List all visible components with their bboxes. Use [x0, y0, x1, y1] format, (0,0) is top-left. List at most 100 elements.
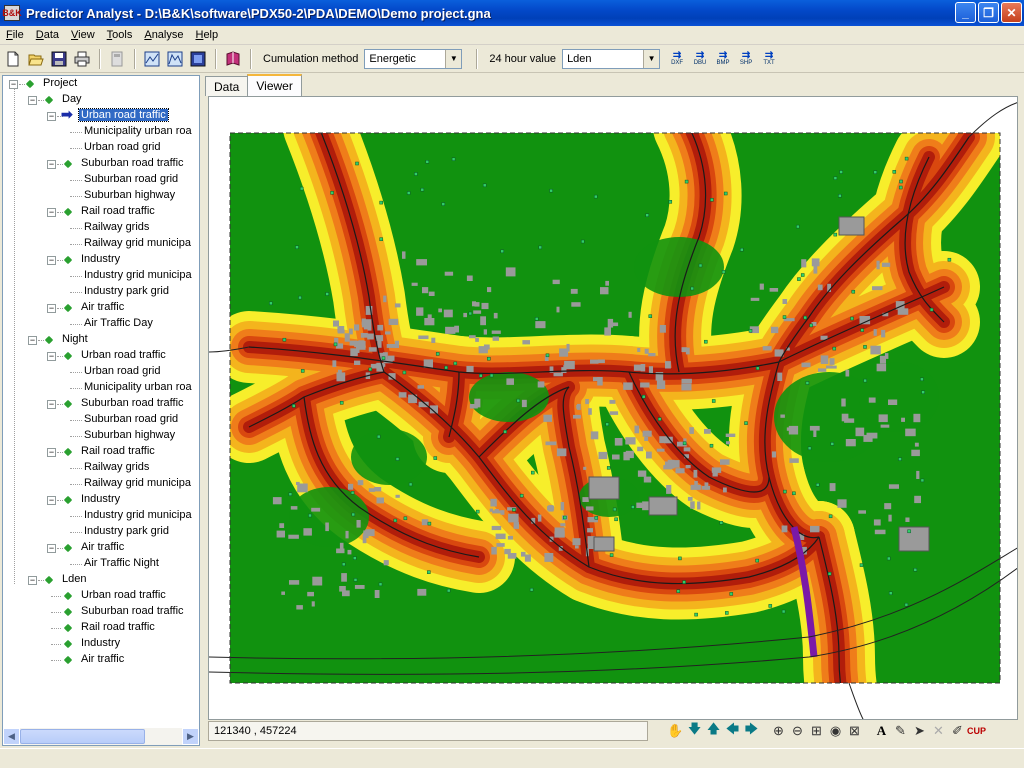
tree-node[interactable]: − Suburban road traffic — [3, 156, 199, 172]
pen-tool-icon[interactable]: ✎ — [891, 721, 910, 741]
tree-node[interactable]: Suburban highway — [3, 428, 199, 444]
tree-node-label[interactable]: Air traffic — [79, 541, 126, 553]
tree-node-label[interactable]: Rail road traffic — [79, 621, 157, 633]
tree-node-label[interactable]: Industry grid municipa — [82, 269, 194, 281]
scroll-right-icon[interactable]: ▶ — [182, 728, 199, 745]
pan-right-icon[interactable]: 🡆 — [742, 721, 761, 741]
tree-node-label[interactable]: Lden — [60, 573, 88, 585]
zoom-box-icon[interactable]: ⊞ — [807, 721, 826, 741]
export-dbu-button[interactable]: ⇉ DBU — [689, 48, 711, 70]
collapse-icon[interactable]: − — [28, 96, 37, 105]
tree-node[interactable]: Urban road traffic — [3, 588, 199, 604]
minimize-button[interactable]: _ — [955, 2, 976, 23]
zoom-extent-icon[interactable]: ◉ — [826, 721, 845, 741]
tree-node-label[interactable]: Industry — [79, 253, 122, 265]
tree-node[interactable]: Industry park grid — [3, 524, 199, 540]
tree-node-label[interactable]: Suburban highway — [82, 189, 177, 201]
tree-node-label[interactable]: Suburban road traffic — [79, 605, 186, 617]
export-dxf-button[interactable]: ⇉ DXF — [666, 48, 688, 70]
export-txt-button[interactable]: ⇉ TXT — [758, 48, 780, 70]
collapse-icon[interactable]: − — [47, 160, 56, 169]
tree-node[interactable]: − Project — [3, 76, 199, 92]
export-bmp-button[interactable]: ⇉ BMP — [712, 48, 734, 70]
menu-view[interactable]: View — [65, 29, 101, 41]
menu-file[interactable]: File — [0, 29, 30, 41]
tree-node[interactable]: − Rail road traffic — [3, 444, 199, 460]
tree-node[interactable]: − Industry — [3, 252, 199, 268]
tree-node[interactable]: Suburban road traffic — [3, 604, 199, 620]
menu-tools[interactable]: Tools — [101, 29, 139, 41]
tree-node-label[interactable]: Industry grid municipa — [82, 509, 194, 521]
delete-icon[interactable]: ✕ — [929, 721, 948, 741]
noise-map[interactable] — [209, 97, 1018, 720]
tree-node[interactable]: − Industry — [3, 492, 199, 508]
tree-node[interactable]: Rail road traffic — [3, 620, 199, 636]
tree-node[interactable]: Municipality urban roa — [3, 380, 199, 396]
map-view-1-button[interactable] — [141, 48, 163, 70]
collapse-icon[interactable]: − — [47, 544, 56, 553]
tree-node-label[interactable]: Urban road traffic — [79, 589, 168, 601]
tree-node[interactable]: Air traffic — [3, 652, 199, 668]
collapse-icon[interactable]: − — [47, 304, 56, 313]
tree-node[interactable]: − Rail road traffic — [3, 204, 199, 220]
collapse-icon[interactable]: − — [47, 496, 56, 505]
tree-node-label[interactable]: Industry — [79, 637, 122, 649]
book-button[interactable] — [222, 48, 244, 70]
menu-help[interactable]: Help — [189, 29, 224, 41]
tree-node[interactable]: − Night — [3, 332, 199, 348]
tree-node[interactable]: − Air traffic — [3, 540, 199, 556]
maximize-button[interactable]: ❐ — [978, 2, 999, 23]
tree-node[interactable]: Railway grid municipa — [3, 236, 199, 252]
tree-node-label[interactable]: Project — [41, 77, 79, 89]
tree-node[interactable]: Industry park grid — [3, 284, 199, 300]
tree-node-label[interactable]: Day — [60, 93, 84, 105]
chevron-down-icon[interactable]: ▼ — [445, 49, 462, 68]
tree-node-label[interactable]: Urban road grid — [82, 365, 162, 377]
close-button[interactable]: ✕ — [1001, 2, 1022, 23]
tree-node-label[interactable]: Railway grids — [82, 221, 151, 233]
tree-node[interactable]: Urban road grid — [3, 140, 199, 156]
tree-node-label[interactable]: Suburban road traffic — [79, 157, 186, 169]
tree-node-label[interactable]: Municipality urban roa — [82, 125, 194, 137]
map-viewer[interactable] — [208, 96, 1018, 720]
draw-tool-icon[interactable]: ✐ — [948, 721, 967, 741]
tree-node-label[interactable]: Municipality urban roa — [82, 381, 194, 393]
tree-node[interactable]: Railway grids — [3, 220, 199, 236]
hour-value-select[interactable]: Lden ▼ — [562, 48, 661, 69]
tree-node-label[interactable]: Industry park grid — [82, 525, 171, 537]
cup-icon[interactable]: CUP — [967, 721, 986, 741]
tree-node-label[interactable]: Railway grid municipa — [82, 237, 193, 249]
calculator-button[interactable] — [106, 48, 128, 70]
chevron-down-icon[interactable]: ▼ — [643, 49, 660, 68]
collapse-icon[interactable]: − — [47, 112, 56, 121]
map-view-2-button[interactable] — [164, 48, 186, 70]
zoom-out-icon[interactable]: ⊖ — [788, 721, 807, 741]
collapse-icon[interactable]: − — [47, 208, 56, 217]
collapse-icon[interactable]: − — [47, 400, 56, 409]
tree-node[interactable]: − Suburban road traffic — [3, 396, 199, 412]
tree-node[interactable]: Industry grid municipa — [3, 268, 199, 284]
scroll-track[interactable] — [20, 728, 182, 745]
collapse-icon[interactable]: − — [28, 336, 37, 345]
tree-node[interactable]: Railway grids — [3, 460, 199, 476]
tree-node[interactable]: − Air traffic — [3, 300, 199, 316]
tree-node-label[interactable]: Suburban highway — [82, 429, 177, 441]
collapse-icon[interactable]: − — [47, 256, 56, 265]
pan-down-icon[interactable]: 🡇 — [685, 721, 704, 741]
tree-node[interactable]: Air Traffic Day — [3, 316, 199, 332]
tree-node[interactable]: Urban road grid — [3, 364, 199, 380]
tree-node[interactable]: Railway grid municipa — [3, 476, 199, 492]
tree-node-label[interactable]: Air Traffic Night — [82, 557, 161, 569]
tree-node[interactable]: Suburban road grid — [3, 172, 199, 188]
new-file-button[interactable] — [2, 48, 24, 70]
tree-node-label[interactable]: Urban road grid — [82, 141, 162, 153]
menu-data[interactable]: Data — [30, 29, 65, 41]
text-tool-icon[interactable]: A — [872, 721, 891, 741]
tree-node-label[interactable]: Rail road traffic — [79, 205, 157, 217]
collapse-icon[interactable]: − — [28, 576, 37, 585]
tree-node[interactable]: Industry — [3, 636, 199, 652]
project-tree[interactable]: − Project − Day − ➡ Urban road traffic Municipa… — [2, 75, 200, 746]
menu-analyse[interactable]: Analyse — [138, 29, 189, 41]
tree-node-label[interactable]: Air traffic — [79, 301, 126, 313]
tab-data[interactable]: Data — [205, 76, 249, 96]
